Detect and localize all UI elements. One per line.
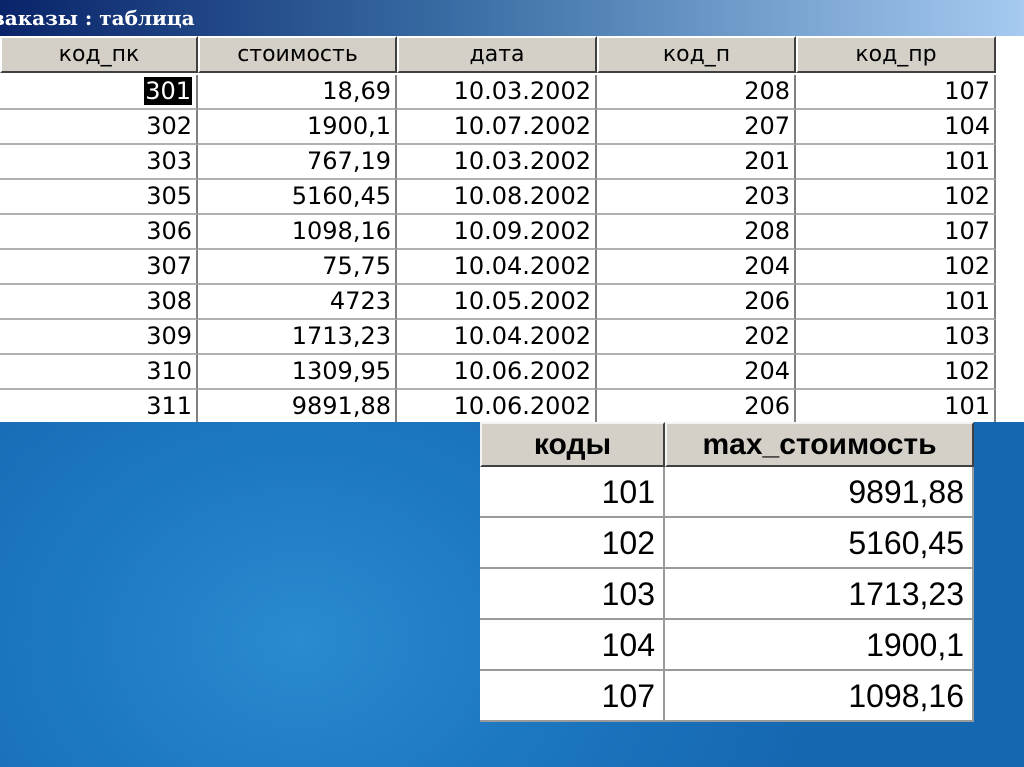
cell-kod-p[interactable]: 201 bbox=[597, 145, 796, 180]
col-header-kod-p[interactable]: код_п bbox=[597, 36, 796, 73]
cell-kod-pr[interactable]: 102 bbox=[796, 250, 996, 285]
window-titlebar[interactable]: заказы : таблица bbox=[0, 0, 1024, 36]
col-header-kod-pr[interactable]: код_пр bbox=[796, 36, 996, 73]
cell-max-stoimost: 1713,23 bbox=[665, 569, 974, 620]
selected-cell-text[interactable]: 301 bbox=[144, 77, 192, 105]
cell-kody: 102 bbox=[480, 518, 665, 569]
cell-stoimost[interactable]: 18,69 bbox=[198, 75, 397, 110]
cell-stoimost[interactable]: 9891,88 bbox=[198, 390, 397, 422]
cell-data[interactable]: 10.05.2002 bbox=[397, 285, 597, 320]
cell-kod-pk[interactable]: 308 bbox=[0, 285, 198, 320]
cell-kod-p[interactable]: 203 bbox=[597, 180, 796, 215]
cell-kod-pr[interactable]: 101 bbox=[796, 285, 996, 320]
cell-stoimost[interactable]: 1713,23 bbox=[198, 320, 397, 355]
result-table: коды max_стоимость 101 9891,88 102 5160,45 103… bbox=[480, 422, 974, 722]
cell-data[interactable]: 10.06.2002 bbox=[397, 390, 597, 422]
cell-data[interactable]: 10.03.2002 bbox=[397, 75, 597, 110]
cell-kod-p[interactable]: 206 bbox=[597, 285, 796, 320]
cell-data[interactable]: 10.03.2002 bbox=[397, 145, 597, 180]
cell-data[interactable]: 10.06.2002 bbox=[397, 355, 597, 390]
cell-kod-pk[interactable]: 305 bbox=[0, 180, 198, 215]
cell-kod-pk[interactable]: 306 bbox=[0, 215, 198, 250]
col-header-max-stoimost: max_стоимость bbox=[665, 422, 974, 467]
cell-kody: 107 bbox=[480, 671, 665, 722]
cell-stoimost[interactable]: 767,19 bbox=[198, 145, 397, 180]
cell-kod-pk[interactable]: 309 bbox=[0, 320, 198, 355]
cell-kod-pr[interactable]: 102 bbox=[796, 355, 996, 390]
window-title: заказы : таблица bbox=[0, 6, 195, 30]
cell-kody: 103 bbox=[480, 569, 665, 620]
cell-data[interactable]: 10.04.2002 bbox=[397, 250, 597, 285]
cell-stoimost[interactable]: 75,75 bbox=[198, 250, 397, 285]
cell-kod-pr[interactable]: 104 bbox=[796, 110, 996, 145]
cell-stoimost[interactable]: 1900,1 bbox=[198, 110, 397, 145]
cell-max-stoimost: 1098,16 bbox=[665, 671, 974, 722]
cell-kod-pr[interactable]: 103 bbox=[796, 320, 996, 355]
cell-kod-pr[interactable]: 102 bbox=[796, 180, 996, 215]
col-header-data[interactable]: дата bbox=[397, 36, 597, 73]
col-header-stoimost[interactable]: стоимость bbox=[198, 36, 397, 73]
cell-kod-p[interactable]: 204 bbox=[597, 355, 796, 390]
cell-stoimost[interactable]: 1098,16 bbox=[198, 215, 397, 250]
cell-max-stoimost: 1900,1 bbox=[665, 620, 974, 671]
cell-data[interactable]: 10.09.2002 bbox=[397, 215, 597, 250]
cell-kody: 104 bbox=[480, 620, 665, 671]
cell-kod-pk[interactable]: 307 bbox=[0, 250, 198, 285]
cell-kod-p[interactable]: 207 bbox=[597, 110, 796, 145]
cell-kod-pk[interactable]: 311 bbox=[0, 390, 198, 422]
cell-kod-pk[interactable]: 301 bbox=[0, 75, 198, 110]
cell-stoimost[interactable]: 1309,95 bbox=[198, 355, 397, 390]
cell-max-stoimost: 9891,88 bbox=[665, 467, 974, 518]
cell-kod-p[interactable]: 202 bbox=[597, 320, 796, 355]
cell-data[interactable]: 10.08.2002 bbox=[397, 180, 597, 215]
cell-kod-p[interactable]: 206 bbox=[597, 390, 796, 422]
cell-kod-pk[interactable]: 302 bbox=[0, 110, 198, 145]
cell-kod-pr[interactable]: 101 bbox=[796, 145, 996, 180]
cell-kody: 101 bbox=[480, 467, 665, 518]
cell-kod-pr[interactable]: 107 bbox=[796, 75, 996, 110]
cell-max-stoimost: 5160,45 bbox=[665, 518, 974, 569]
cell-data[interactable]: 10.04.2002 bbox=[397, 320, 597, 355]
cell-stoimost[interactable]: 4723 bbox=[198, 285, 397, 320]
cell-kod-p[interactable]: 208 bbox=[597, 75, 796, 110]
cell-data[interactable]: 10.07.2002 bbox=[397, 110, 597, 145]
cell-kod-pr[interactable]: 101 bbox=[796, 390, 996, 422]
cell-kod-pr[interactable]: 107 bbox=[796, 215, 996, 250]
cell-kod-pk[interactable]: 310 bbox=[0, 355, 198, 390]
col-header-kod-pk[interactable]: код_пк bbox=[0, 36, 198, 73]
col-header-kody: коды bbox=[480, 422, 665, 467]
cell-kod-pk[interactable]: 303 bbox=[0, 145, 198, 180]
cell-stoimost[interactable]: 5160,45 bbox=[198, 180, 397, 215]
cell-kod-p[interactable]: 204 bbox=[597, 250, 796, 285]
cell-kod-p[interactable]: 208 bbox=[597, 215, 796, 250]
